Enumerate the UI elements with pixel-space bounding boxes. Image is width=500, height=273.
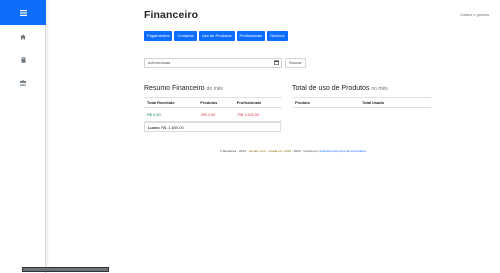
version-text: Versão 1.0.0 - criada em: 2023 [248, 149, 291, 153]
summary-table: Total Recebido Produtos Profissionais R$… [144, 97, 282, 122]
menu-icon [19, 9, 27, 16]
sidebar-menu-button[interactable] [0, 0, 46, 25]
col-profissionais: Profissionais [233, 97, 282, 108]
profit-summary: Lucro: R$ -1.600,00 [144, 122, 281, 132]
cell-total-recebido: R$ 0,00 [144, 107, 198, 122]
sidebar-item-users[interactable] [0, 77, 46, 89]
book-icon [21, 57, 25, 63]
col-produto: Produto [292, 97, 359, 108]
tab-uso-de-produtos[interactable]: Uso de Produtos [198, 31, 235, 41]
cell-profissionais: -R$ 1.600,00 [233, 107, 282, 122]
table-row: R$ 0,00 -R$ 0,00 -R$ 1.600,00 [144, 107, 282, 122]
table-header-row: Produto Total Usado [292, 97, 431, 108]
tab-bar: Pagamentos Compras Uso de Produtos Profi… [144, 31, 288, 41]
sidebar-item-book[interactable] [0, 54, 46, 66]
calendar-icon[interactable] [274, 60, 279, 65]
table-header-row: Total Recebido Produtos Profissionais [144, 97, 282, 108]
tab-compras[interactable]: Compras [174, 31, 197, 41]
cell-produtos: -R$ 0,00 [197, 107, 234, 122]
author-link[interactable]: Rodolexa Serviços de Informática [320, 149, 366, 153]
sidebar-item-home[interactable] [0, 31, 46, 43]
footer: © Rodolexa - 2013 · Versão 1.0.0 - criad… [220, 149, 366, 153]
horizontal-scrollbar[interactable] [22, 267, 109, 272]
products-table: Produto Total Usado [292, 97, 431, 108]
tab-pagamentos[interactable]: Pagamentos [144, 31, 173, 41]
date-input[interactable]: dd/mm/aaaa [144, 58, 282, 68]
users-icon [19, 80, 27, 86]
profit-value: R$ -1.600,00 [161, 125, 184, 130]
tab-profissionais[interactable]: Profissionais [236, 31, 266, 41]
col-produtos: Produtos [197, 97, 234, 108]
date-placeholder: dd/mm/aaaa [148, 60, 171, 65]
search-button[interactable]: Buscar [285, 58, 306, 68]
sidebar [0, 0, 46, 273]
top-right-link[interactable]: Gastos e ganhos [460, 13, 489, 17]
tab-recibos[interactable]: Recibos [267, 31, 288, 41]
home-icon [20, 34, 26, 40]
products-title: Total de uso de Produtos no mês [292, 85, 388, 92]
col-total-usado: Total Usado [359, 97, 431, 108]
page-title: Financeiro [144, 9, 199, 21]
summary-title: Resumo Financeiro do mês [144, 85, 224, 92]
col-total-recebido: Total Recebido [144, 97, 198, 108]
